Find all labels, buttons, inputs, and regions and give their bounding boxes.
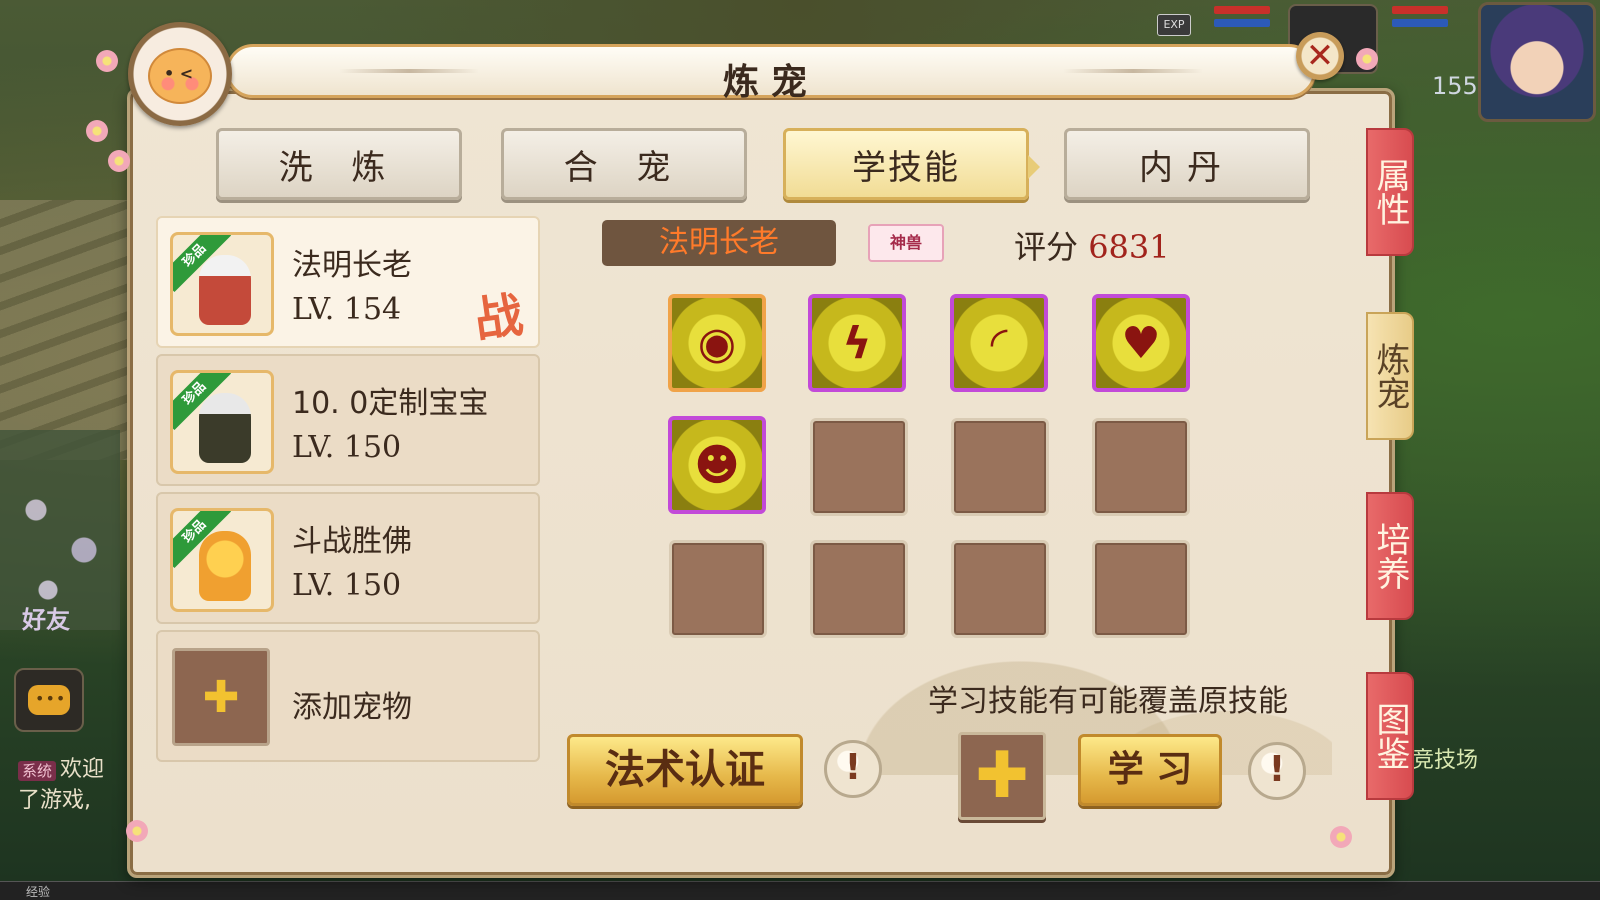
friend-label[interactable]: 好友 bbox=[22, 600, 70, 635]
battle-status-mark: 战 bbox=[471, 286, 527, 350]
close-button[interactable]: ✕ bbox=[1296, 32, 1344, 80]
player-level: 155 bbox=[1432, 72, 1478, 100]
pet-hp-mp-bars bbox=[1214, 6, 1270, 36]
close-x-icon: ✕ bbox=[1305, 36, 1335, 76]
overwrite-warning: 学习技能有可能覆盖原技能 bbox=[928, 684, 1288, 719]
empty-skill-slot[interactable] bbox=[1092, 540, 1190, 638]
pet-name: 10. 0定制宝宝 bbox=[292, 386, 489, 421]
pet-thumbnail: 珍品 bbox=[170, 508, 274, 612]
pet-list-item[interactable]: 珍品 法明长老 LV. 154 战 bbox=[156, 216, 540, 350]
tab-inner-core[interactable]: 内丹 bbox=[1064, 128, 1310, 200]
heart-crest-icon: ♥ bbox=[1121, 317, 1161, 369]
eye-sigil-icon: ◉ bbox=[697, 317, 737, 369]
exp-badge: EXP bbox=[1157, 14, 1191, 36]
score-label: 评分 bbox=[1014, 228, 1079, 266]
empty-skill-slot[interactable] bbox=[951, 540, 1049, 638]
chat-system-tag: 系统 bbox=[18, 761, 57, 781]
skill-slot[interactable]: ◜ bbox=[950, 294, 1048, 392]
plus-icon: ✚ bbox=[975, 739, 1029, 813]
pet-buddha-figure-icon bbox=[199, 531, 251, 601]
side-tab-train[interactable]: 培养 bbox=[1366, 492, 1414, 620]
player-hp-mp-bars bbox=[1392, 6, 1448, 36]
selected-pet-name: 法明长老 bbox=[602, 220, 836, 266]
spell-certify-button[interactable]: 法术认证 bbox=[567, 734, 803, 806]
chat-button[interactable] bbox=[14, 668, 84, 732]
pet-thumbnail: 珍品 bbox=[170, 232, 274, 336]
lightning-burst-icon: ϟ bbox=[842, 317, 872, 369]
learn-button[interactable]: 学 习 bbox=[1078, 734, 1222, 806]
background-stairs bbox=[0, 200, 140, 460]
flower-decoration bbox=[1356, 48, 1378, 70]
side-tab-refine-pet[interactable]: 炼宠 bbox=[1366, 312, 1414, 440]
empty-skill-slot[interactable] bbox=[810, 540, 908, 638]
skill-slot[interactable]: ☻ bbox=[668, 416, 766, 514]
empty-skill-slot[interactable] bbox=[1092, 418, 1190, 516]
mind-head-icon: ☻ bbox=[694, 439, 740, 491]
spell-info-button[interactable]: ! bbox=[824, 740, 882, 798]
mascot-face-icon: • < bbox=[148, 48, 212, 104]
pet-level: LV. 154 bbox=[292, 292, 402, 327]
pet-level: LV. 150 bbox=[292, 568, 402, 603]
skill-slot[interactable]: ♥ bbox=[1092, 294, 1190, 392]
skill-slot[interactable]: ◉ bbox=[668, 294, 766, 392]
score-value: 6831 bbox=[1088, 228, 1170, 266]
pet-score: 评分 6831 bbox=[1014, 222, 1170, 268]
pet-name: 斗战胜佛 bbox=[292, 524, 412, 559]
chat-line: 系统 欢迎 了游戏, bbox=[18, 755, 128, 816]
tab-merge[interactable]: 合 宠 bbox=[501, 128, 747, 200]
exp-bar: 经验 bbox=[0, 881, 1600, 900]
add-pet-label: 添加宠物 bbox=[292, 690, 412, 725]
pet-list-item[interactable]: 珍品 10. 0定制宝宝 LV. 150 bbox=[156, 354, 540, 486]
empty-skill-slot[interactable] bbox=[669, 540, 767, 638]
skill-slot[interactable]: ϟ bbox=[808, 294, 906, 392]
flower-decoration bbox=[126, 820, 148, 842]
empty-skill-slot[interactable] bbox=[951, 418, 1049, 516]
select-skill-book-slot[interactable]: ✚ bbox=[958, 732, 1046, 820]
signal-waves-icon: ◜ bbox=[990, 317, 1008, 369]
add-pet-item[interactable]: ✚ 添加宠物 bbox=[156, 630, 540, 762]
flower-decoration bbox=[1330, 826, 1352, 848]
pet-thumbnail: 珍品 bbox=[170, 370, 274, 474]
window-title: 炼宠 bbox=[722, 62, 819, 103]
flower-decoration bbox=[108, 150, 130, 172]
side-tab-attributes[interactable]: 属性 bbox=[1366, 128, 1414, 256]
side-tab-catalog[interactable]: 图鉴 bbox=[1366, 672, 1414, 800]
mascot-avatar: • < bbox=[128, 22, 232, 126]
exp-label: 经验 bbox=[26, 885, 51, 899]
pet-custom-figure-icon bbox=[199, 393, 251, 463]
title-bar: 炼宠 bbox=[226, 44, 1316, 103]
tab-refine[interactable]: 洗 炼 bbox=[216, 128, 462, 200]
empty-skill-slot[interactable] bbox=[810, 418, 908, 516]
player-portrait[interactable] bbox=[1478, 2, 1596, 122]
tab-learn-skill[interactable]: 学技能 bbox=[783, 128, 1040, 200]
pet-elder-figure-icon bbox=[199, 255, 251, 325]
divine-beast-tag: 神兽 bbox=[868, 224, 944, 262]
pet-level: LV. 150 bbox=[292, 430, 402, 465]
pet-list-item[interactable]: 珍品 斗战胜佛 LV. 150 bbox=[156, 492, 540, 624]
plus-icon: ✚ bbox=[202, 671, 240, 723]
flower-decoration bbox=[96, 50, 118, 72]
add-pet-slot: ✚ bbox=[172, 648, 270, 746]
chat-bubble-icon bbox=[28, 685, 70, 715]
learn-info-button[interactable]: ! bbox=[1248, 742, 1306, 800]
arena-label[interactable]: 竞技场 bbox=[1412, 742, 1478, 774]
flower-decoration bbox=[86, 120, 108, 142]
pet-name: 法明长老 bbox=[292, 248, 412, 283]
